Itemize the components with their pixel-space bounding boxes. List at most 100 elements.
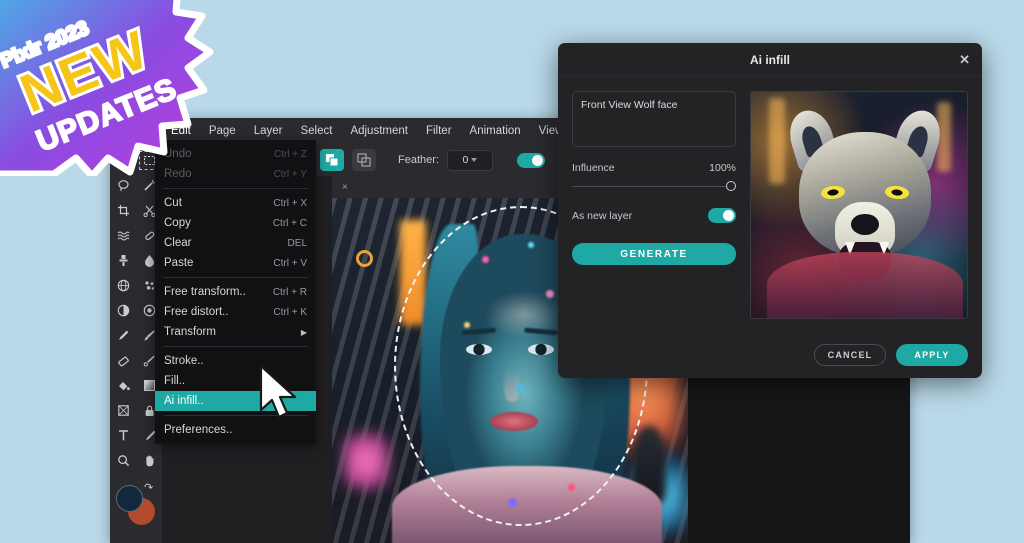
dialog-titlebar: Ai infill ✕ [558,43,982,77]
feather-input[interactable]: 0 [447,150,493,171]
menu-item-label: Free transform.. [164,286,246,298]
eraser-tool[interactable] [110,348,136,373]
document-tab[interactable]: × [332,176,502,198]
menu-item-clear[interactable]: Clear DEL [155,233,316,253]
zoom-magnifier-tool[interactable] [110,448,136,473]
portrait-lips [490,412,538,431]
dialog-title: Ai infill [750,53,790,67]
paint-bucket-tool[interactable] [110,373,136,398]
sparkle-1 [482,256,489,263]
menu-item-copy[interactable]: Copy Ctrl + C [155,213,316,233]
toggle-knob [723,210,734,221]
influence-slider[interactable] [572,181,736,192]
slider-knob[interactable] [726,181,736,191]
liquify-tool[interactable] [110,223,136,248]
menu-item-label: Copy [164,217,191,229]
menu-item-shortcut: Ctrl + V [273,258,307,269]
preview-light-bar-left [769,98,785,184]
wolf-preview-image [750,91,968,319]
new-updates-badge: Pixlr 2023 NEW UPDATES [0,0,214,176]
menu-divider [163,277,308,278]
close-icon[interactable]: ✕ [959,52,970,68]
menu-item-label: Stroke.. [164,355,204,367]
prompt-input[interactable]: Front View Wolf face [572,91,736,147]
menu-item-shortcut: Ctrl + X [273,198,307,209]
menu-divider [163,188,308,189]
influence-label: Influence [572,162,615,174]
menu-item-shortcut: Ctrl + C [273,218,307,229]
menu-item-free-distort[interactable]: Free distort.. Ctrl + K [155,302,316,322]
chevron-down-icon [471,158,477,162]
dodge-burn-tool[interactable] [110,298,136,323]
portrait-hoodie [392,466,662,543]
as-new-layer-label: As new layer [572,210,632,222]
menu-item-shortcut: Ctrl + K [273,307,307,318]
dialog-footer: CANCEL APPLY [558,332,982,378]
feather-label: Feather: [398,154,439,166]
menu-item-label: Paste [164,257,193,269]
clone-stamp-tool[interactable] [110,248,136,273]
neon-light-c [344,426,388,496]
menu-item-label: Fill.. [164,375,185,387]
pencil-tool[interactable] [110,323,136,348]
portrait-eye-right [528,344,554,355]
color-swatches: ↷ [110,479,162,535]
sparkle-2 [528,242,534,248]
slider-track [572,186,736,187]
menu-item-label: Free distort.. [164,306,229,318]
menu-item-label: Transform [164,326,216,338]
mesh-globe-tool[interactable] [110,273,136,298]
dialog-controls-column: Front View Wolf face Influence 100% As n… [572,91,736,319]
menu-item-transform[interactable]: Transform ▶ [155,322,316,342]
menu-item-free-transform[interactable]: Free transform.. Ctrl + R [155,282,316,302]
menu-item-shortcut: Ctrl + Y [274,169,307,180]
mouse-cursor-icon [258,364,302,427]
portrait-eye-left [466,344,492,355]
shape-tool[interactable] [110,398,136,423]
menu-item-shortcut: DEL [288,238,307,249]
menu-adjustment[interactable]: Adjustment [341,118,417,144]
influence-value: 100% [709,162,736,174]
wolf-nose [851,214,879,235]
anti-alias-toggle[interactable] [517,153,545,168]
generate-button[interactable]: GENERATE [572,243,736,265]
sparkle-6 [568,484,575,491]
sparkle-3 [546,290,554,298]
menu-animation[interactable]: Animation [461,118,530,144]
as-new-layer-toggle[interactable] [708,208,736,223]
foreground-color-swatch[interactable] [116,485,143,512]
neon-light-a [400,220,426,325]
influence-row: Influence 100% [572,162,736,174]
ai-infill-dialog: Ai infill ✕ Front View Wolf face Influen… [558,43,982,378]
menu-item-label: Clear [164,237,191,249]
menu-item-paste[interactable]: Paste Ctrl + V [155,253,316,273]
toggle-knob [532,155,543,166]
menu-item-label: Preferences.. [164,424,232,436]
menu-item-cut[interactable]: Cut Ctrl + X [155,193,316,213]
wolf-body [767,252,963,319]
sparkle-4 [464,322,470,328]
lasso-tool[interactable] [110,173,136,198]
menu-item-shortcut: Ctrl + R [273,287,307,298]
text-tool[interactable] [110,423,136,448]
feather-value: 0 [463,154,469,166]
crop-tool[interactable] [110,198,136,223]
selection-new-icon[interactable] [320,149,344,171]
as-new-layer-row: As new layer [572,208,736,223]
tab-close-icon[interactable]: × [342,182,348,193]
menu-divider [163,346,308,347]
orange-ring-decoration [356,250,373,267]
hand-tool[interactable] [136,448,162,473]
apply-button[interactable]: APPLY [896,344,968,366]
chevron-right-icon: ▶ [301,328,307,337]
menu-item-label: Cut [164,197,182,209]
menu-item-shortcut: Ctrl + Z [274,149,307,160]
menu-item-label: Ai infill.. [164,395,204,407]
selection-handle[interactable] [516,384,525,393]
swap-colors-icon[interactable]: ↷ [144,481,153,494]
cancel-button[interactable]: CANCEL [814,344,886,366]
sparkle-5 [508,498,517,507]
dialog-body: Front View Wolf face Influence 100% As n… [558,77,982,333]
selection-add-icon[interactable] [352,149,376,171]
menu-filter[interactable]: Filter [417,118,461,144]
